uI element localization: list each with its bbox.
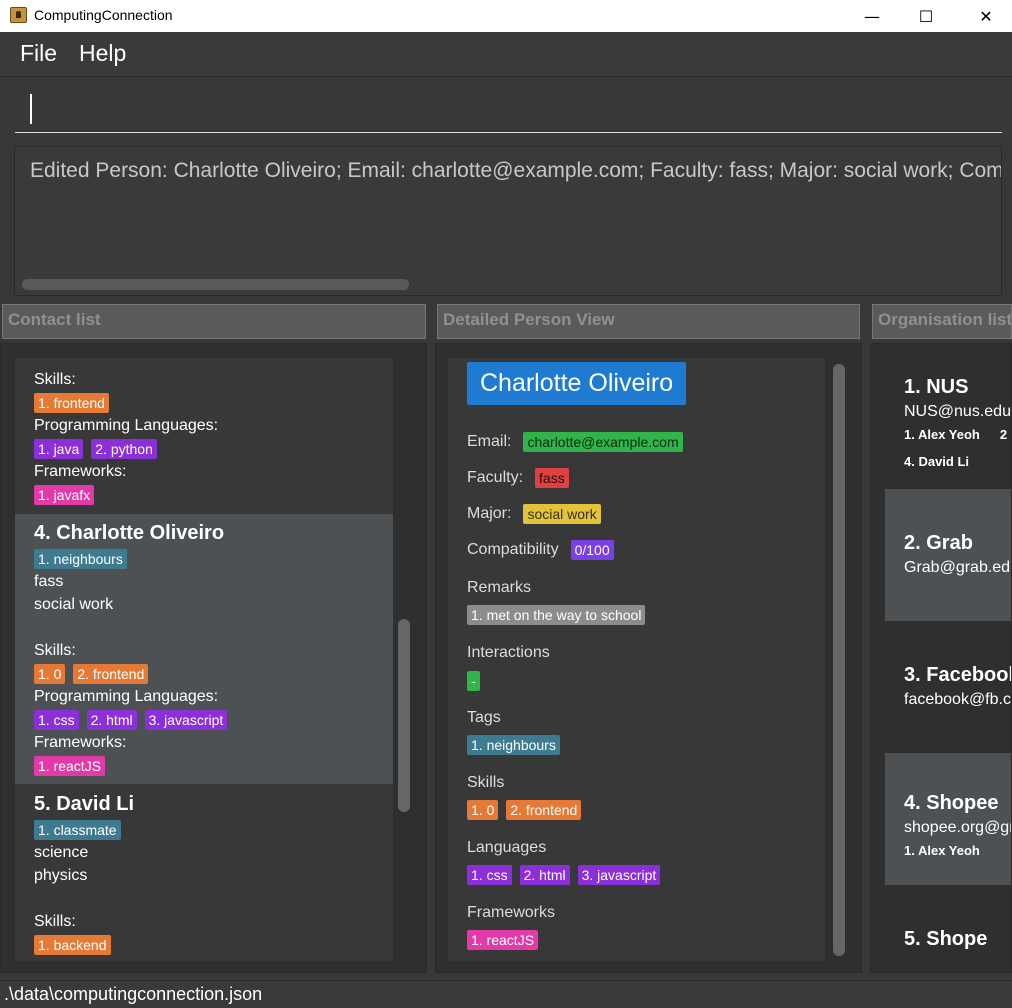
skill-chip: 1. backend — [34, 934, 111, 955]
framework-chip: 1. javafx — [34, 484, 95, 505]
organisation-email: Grab@grab.edu — [904, 559, 1012, 576]
list-item[interactable]: Skills: 1. frontend Programming Language… — [15, 368, 393, 506]
languages-label: Programming Languages: — [34, 417, 219, 434]
skill-chip: 1. 0 — [34, 663, 66, 684]
save-location: .\data\computingconnection.json — [4, 984, 263, 1004]
organisation-panel: 1. NUS NUS@nus.edu 1. Alex Yeoh 2 4. Dav… — [870, 343, 1012, 973]
tag-chip: 1. classmate — [34, 819, 121, 840]
organisation-name: 4. Shopee — [904, 792, 999, 814]
menu-help[interactable]: Help — [79, 40, 126, 67]
organisation-email: facebook@fb.com — [904, 691, 1011, 708]
language-chip: 1. java — [34, 438, 84, 459]
major-label: Major: — [467, 505, 512, 522]
remarks-label: Remarks — [467, 579, 532, 596]
detail-view: Charlotte Oliveiro Email: charlotte@exam… — [448, 358, 825, 961]
minimize-button[interactable]: — — [849, 0, 895, 32]
frameworks-label: Frameworks: — [34, 463, 127, 480]
language-chip: 3. javascript — [144, 709, 228, 730]
language-chip: 2. html — [86, 709, 137, 730]
language-chip: 2. html — [519, 865, 570, 885]
contact-list[interactable]: Skills: 1. frontend Programming Language… — [15, 358, 393, 961]
command-box — [0, 76, 1012, 140]
organisation-item[interactable]: 2. Grab Grab@grab.edu — [885, 489, 1012, 621]
framework-chip: 1. reactJS — [34, 755, 106, 776]
status-bar: .\data\computingconnection.json — [0, 980, 1012, 1008]
skill-chip: 1. frontend — [34, 392, 109, 413]
faculty-label: Faculty: — [467, 469, 524, 486]
contact-name: 4. Charlotte Oliveiro — [34, 522, 225, 544]
detail-view-header: Detailed Person View — [437, 304, 860, 339]
list-item-selected[interactable]: 4. Charlotte Oliveiro 1. neighbours fass… — [15, 514, 393, 784]
organisation-name: 3. Facebook — [904, 664, 1012, 686]
skills-label: Skills — [467, 774, 505, 791]
skills-label: Skills: — [34, 913, 76, 930]
contact-faculty: science — [34, 844, 89, 861]
member-label: 1. Alex Yeoh — [904, 843, 980, 858]
compatibility-label: Compatibility — [467, 541, 559, 558]
organisation-email: NUS@nus.edu — [904, 403, 1011, 420]
frameworks-label: Frameworks — [467, 904, 556, 921]
organisation-item[interactable]: 3. Facebook facebook@fb.com — [885, 621, 1012, 753]
organisation-item[interactable]: 4. Shopee shopee.org@gmail 1. Alex Yeoh — [885, 753, 1011, 885]
organisation-item[interactable]: 1. NUS NUS@nus.edu 1. Alex Yeoh 2 4. Dav… — [885, 359, 1011, 489]
skill-chip: 2. frontend — [506, 800, 582, 820]
organisation-item[interactable]: 5. Shope — [885, 885, 1011, 972]
app-icon — [10, 7, 27, 23]
contact-major: social work — [34, 596, 114, 613]
skill-chip: 1. 0 — [467, 800, 499, 820]
list-item[interactable]: 5. David Li 1. classmate science physics… — [15, 790, 393, 956]
tag-chip: 1. neighbours — [467, 735, 560, 755]
window-title: ComputingConnection — [34, 7, 173, 23]
text-caret — [30, 94, 32, 124]
remark-chip: 1. met on the way to school — [467, 605, 646, 625]
organisation-list-header: Organisation list — [872, 304, 1012, 339]
detail-name: Charlotte Oliveiro — [467, 362, 687, 405]
window-titlebar: ComputingConnection — ☐ ✕ — [0, 0, 1012, 32]
major-chip: social work — [523, 504, 601, 524]
member-label: 1. Alex Yeoh — [904, 427, 980, 442]
result-display[interactable]: Edited Person: Charlotte Oliveiro; Email… — [14, 146, 1002, 296]
close-button[interactable]: ✕ — [963, 0, 1009, 32]
menu-bar: File Help — [0, 32, 1012, 76]
languages-label: Programming Languages: — [34, 688, 219, 705]
frameworks-label: Frameworks: — [34, 734, 127, 751]
tags-label: Tags — [467, 709, 501, 726]
faculty-chip: fass — [535, 468, 569, 488]
language-chip: 1. css — [467, 865, 512, 885]
skills-label: Skills: — [34, 371, 76, 388]
compatibility-chip: 0/100 — [570, 540, 614, 560]
contact-list-panel: Skills: 1. frontend Programming Language… — [0, 343, 427, 973]
command-input[interactable] — [15, 89, 1002, 133]
member-label: 2 — [999, 427, 1008, 442]
skill-chip: 2. frontend — [73, 663, 149, 684]
language-chip: 3. javascript — [577, 865, 661, 885]
vertical-scrollbar[interactable] — [398, 619, 410, 812]
interactions-label: Interactions — [467, 644, 550, 661]
tag-chip: 1. neighbours — [34, 548, 127, 569]
language-chip: 1. css — [34, 709, 79, 730]
language-chip: 2. python — [91, 438, 157, 459]
member-label: 4. David Li — [904, 454, 970, 469]
menu-file[interactable]: File — [20, 40, 57, 67]
interaction-chip: - — [467, 671, 480, 691]
email-chip: charlotte@example.com — [523, 432, 683, 452]
contact-name: 5. David Li — [34, 793, 135, 815]
framework-chip: 1. reactJS — [467, 930, 539, 950]
organisation-name: 1. NUS — [904, 376, 969, 398]
vertical-scrollbar[interactable] — [833, 364, 845, 956]
organisation-name: 2. Grab — [904, 532, 973, 554]
skills-label: Skills: — [34, 642, 76, 659]
languages-label: Languages — [467, 839, 547, 856]
horizontal-scrollbar[interactable] — [22, 279, 409, 290]
email-label: Email: — [467, 433, 512, 450]
contact-major: physics — [34, 867, 88, 884]
result-text: Edited Person: Charlotte Oliveiro; Email… — [30, 159, 1002, 182]
detail-panel: Charlotte Oliveiro Email: charlotte@exam… — [435, 343, 862, 973]
contact-list-header: Contact list — [2, 304, 426, 339]
organisation-name: 5. Shope — [904, 928, 988, 950]
contact-faculty: fass — [34, 573, 64, 590]
maximize-button[interactable]: ☐ — [903, 0, 949, 32]
organisation-email: shopee.org@gmail — [904, 819, 1011, 836]
